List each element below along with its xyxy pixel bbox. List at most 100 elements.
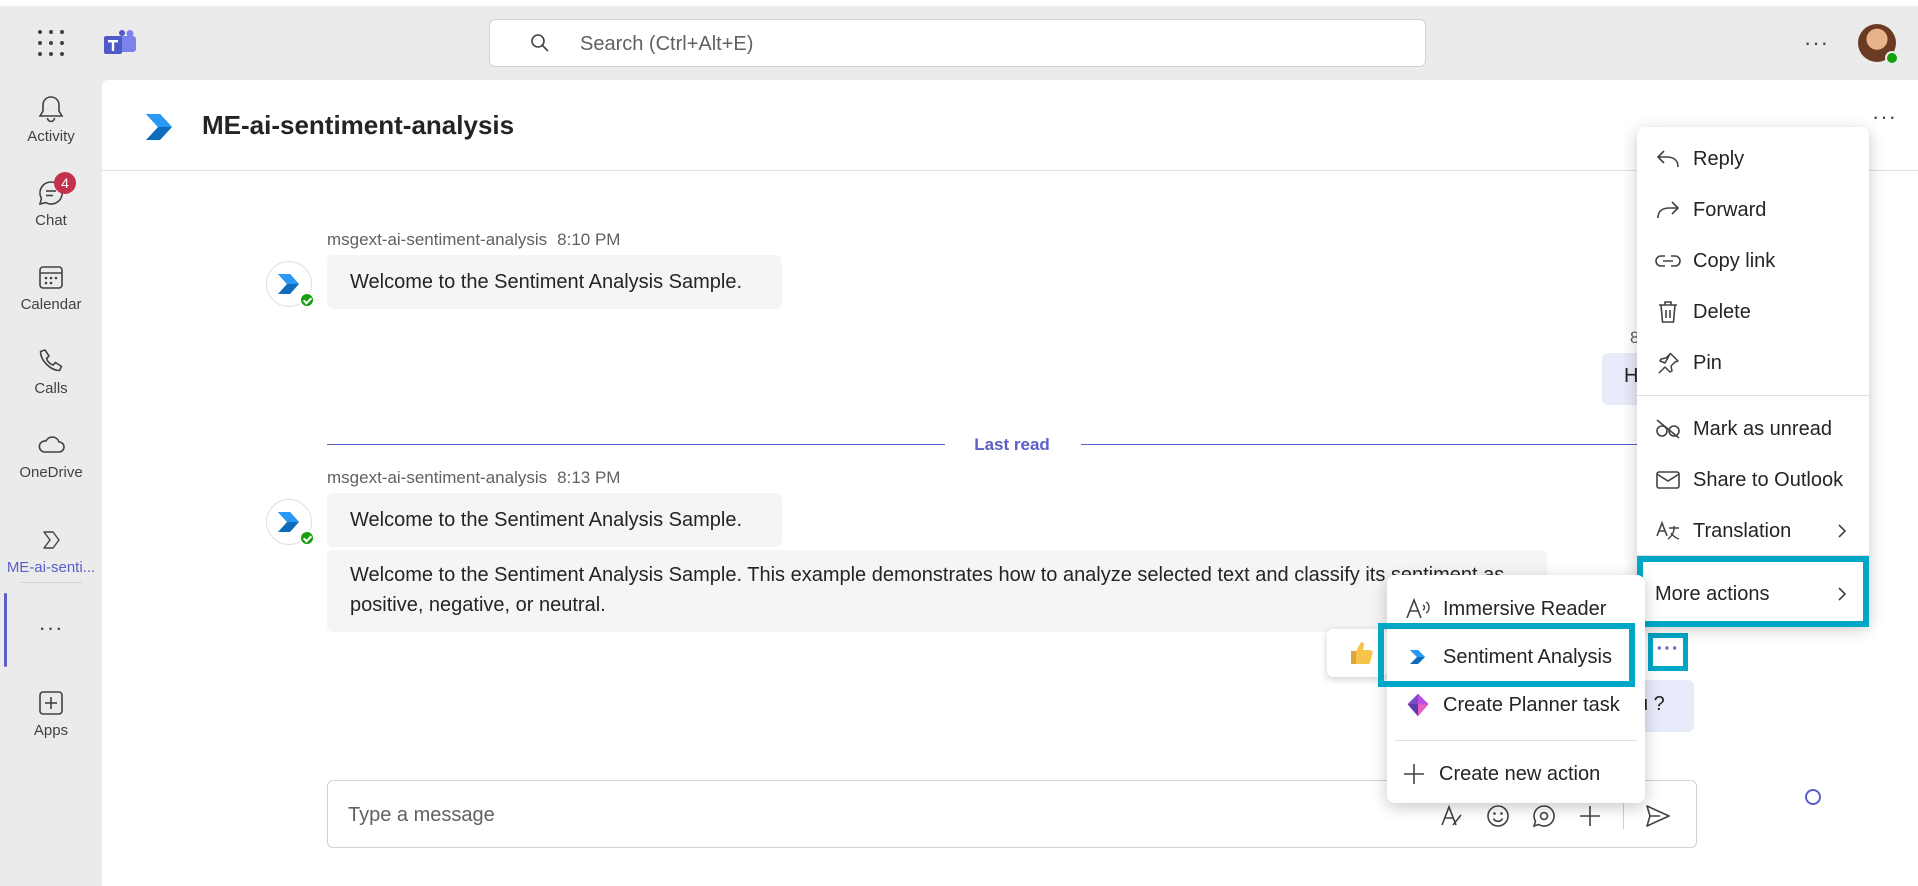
message-bubble[interactable]: Welcome to the Sentiment Analysis Sample… xyxy=(327,550,1547,632)
last-read-divider: Last read xyxy=(327,435,1727,465)
rail-divider xyxy=(20,582,82,583)
rail-item-label: Calls xyxy=(34,380,68,397)
message-context-menu: Reply Forward Copy link Delete Pin Mark … xyxy=(1637,127,1869,625)
app-icon xyxy=(43,531,60,549)
rail-item-calls[interactable]: Calls xyxy=(0,346,102,397)
settings-more-icon[interactable]: ··· xyxy=(1804,30,1829,56)
app-rail: Activity 4 Chat Calendar Calls OneDrive … xyxy=(0,80,102,886)
immersive-reader-icon xyxy=(1406,598,1430,619)
app-launcher-icon[interactable] xyxy=(38,30,64,56)
chat-unread-badge: 4 xyxy=(54,172,76,194)
reaction-bar[interactable] xyxy=(1327,629,1387,677)
toolbar-separator xyxy=(1623,803,1624,829)
menu-item-label: Translation xyxy=(1693,519,1792,542)
menu-item-label: Create Planner task xyxy=(1443,693,1620,716)
send-icon[interactable] xyxy=(1644,803,1672,829)
menu-item-label: Reply xyxy=(1693,147,1745,170)
apps-add-icon xyxy=(39,691,63,715)
rail-item-label: OneDrive xyxy=(19,464,83,481)
menu-item-mark-unread[interactable]: Mark as unread xyxy=(1637,406,1869,452)
presence-available-icon xyxy=(299,292,315,308)
more-icon: ··· xyxy=(38,615,64,640)
message-more-options-icon[interactable]: ··· xyxy=(1648,633,1688,671)
presence-available-icon xyxy=(1885,51,1899,65)
message-input[interactable] xyxy=(346,801,1250,829)
menu-item-label: Create new action xyxy=(1439,762,1601,785)
read-receipt-icon xyxy=(1805,789,1821,805)
chat-title: ME-ai-sentiment-analysis xyxy=(202,110,515,140)
menu-item-create-new-action[interactable]: Create new action xyxy=(1387,751,1645,797)
divider-line xyxy=(327,444,945,445)
menu-item-forward[interactable]: Forward xyxy=(1637,187,1869,233)
mail-icon xyxy=(1656,471,1680,489)
message-time: 8:10 PM xyxy=(557,230,621,249)
menu-item-more-actions[interactable]: More actions xyxy=(1637,571,1869,617)
format-icon[interactable] xyxy=(1439,803,1465,829)
message-time: 8:13 PM xyxy=(557,468,621,487)
search-input[interactable] xyxy=(578,30,1382,58)
menu-item-translation[interactable]: Translation xyxy=(1637,508,1869,554)
trash-icon xyxy=(1659,301,1677,323)
message-bubble[interactable]: Welcome to the Sentiment Analysis Sample… xyxy=(327,493,782,547)
bot-avatar[interactable] xyxy=(266,261,315,308)
menu-item-label: Copy link xyxy=(1693,249,1776,272)
user-avatar[interactable] xyxy=(1858,24,1899,65)
emoji-icon[interactable] xyxy=(1485,803,1511,829)
sender-name: msgext-ai-sentiment-analysis xyxy=(327,468,548,487)
teams-logo-icon xyxy=(104,30,136,54)
menu-item-delete[interactable]: Delete xyxy=(1637,289,1869,335)
search-box[interactable] xyxy=(489,19,1426,67)
link-icon xyxy=(1655,255,1681,267)
search-icon xyxy=(531,34,549,52)
translate-icon xyxy=(1656,520,1680,540)
menu-item-immersive-reader[interactable]: Immersive Reader xyxy=(1387,586,1645,632)
menu-item-label: Pin xyxy=(1693,351,1722,374)
attach-plus-icon[interactable] xyxy=(1577,803,1603,829)
more-actions-submenu: Immersive Reader Sentiment Analysis Crea… xyxy=(1387,575,1645,803)
rail-item-label: ME-ai-senti... xyxy=(6,559,96,576)
menu-item-label: Sentiment Analysis xyxy=(1443,645,1612,668)
rail-item-calendar[interactable]: Calendar xyxy=(0,262,102,313)
rail-item-me-ai-sentiment[interactable]: ME-ai-senti... xyxy=(0,525,102,576)
rail-item-label: Activity xyxy=(27,128,75,145)
menu-item-label: Share to Outlook xyxy=(1693,468,1844,491)
menu-divider xyxy=(1637,555,1869,556)
chevron-right-icon xyxy=(1838,524,1847,538)
mark-unread-icon xyxy=(1656,419,1680,439)
forward-icon xyxy=(1657,201,1680,219)
bot-logo-icon xyxy=(146,114,172,140)
bot-avatar[interactable] xyxy=(266,499,315,546)
rail-item-onedrive[interactable]: OneDrive xyxy=(0,430,102,481)
rail-item-label: Apps xyxy=(33,722,69,739)
menu-item-copy-link[interactable]: Copy link xyxy=(1637,238,1869,284)
top-bar: ··· xyxy=(0,0,1918,80)
top-edge xyxy=(0,0,1918,6)
menu-divider xyxy=(1637,395,1869,396)
compose-toolbar xyxy=(1439,803,1672,829)
message-text: Welcome to the Sentiment Analysis Sample… xyxy=(350,271,743,293)
menu-item-create-planner-task[interactable]: Create Planner task xyxy=(1387,682,1645,728)
planner-icon xyxy=(1407,693,1429,717)
rail-more-apps[interactable]: ··· xyxy=(0,615,102,641)
menu-item-sentiment-analysis[interactable]: Sentiment Analysis xyxy=(1387,634,1645,680)
rail-item-apps[interactable]: Apps xyxy=(0,688,102,739)
like-reaction-icon[interactable] xyxy=(1347,638,1377,668)
sender-name: msgext-ai-sentiment-analysis xyxy=(327,230,548,249)
menu-item-pin[interactable]: Pin xyxy=(1637,340,1869,386)
message-meta: msgext-ai-sentiment-analysis 8:13 PM xyxy=(327,468,620,488)
chevron-right-icon xyxy=(1838,587,1847,601)
loop-icon[interactable] xyxy=(1531,803,1557,829)
sentiment-app-icon xyxy=(1410,650,1425,664)
rail-item-activity[interactable]: Activity xyxy=(0,94,102,145)
message-bubble[interactable]: Welcome to the Sentiment Analysis Sample… xyxy=(327,255,782,309)
menu-item-label: Immersive Reader xyxy=(1443,597,1607,620)
chat-header-more-icon[interactable]: ··· xyxy=(1872,104,1897,130)
menu-item-share-outlook[interactable]: Share to Outlook xyxy=(1637,457,1869,503)
rail-item-chat[interactable]: 4 Chat xyxy=(0,172,102,229)
message-text: Welcome to the Sentiment Analysis Sample… xyxy=(350,564,1505,616)
reply-icon xyxy=(1656,150,1679,168)
menu-item-reply[interactable]: Reply xyxy=(1637,136,1869,182)
rail-item-label: Chat xyxy=(35,212,67,229)
message-meta: msgext-ai-sentiment-analysis 8:10 PM xyxy=(327,230,620,250)
last-read-label: Last read xyxy=(974,435,1050,454)
